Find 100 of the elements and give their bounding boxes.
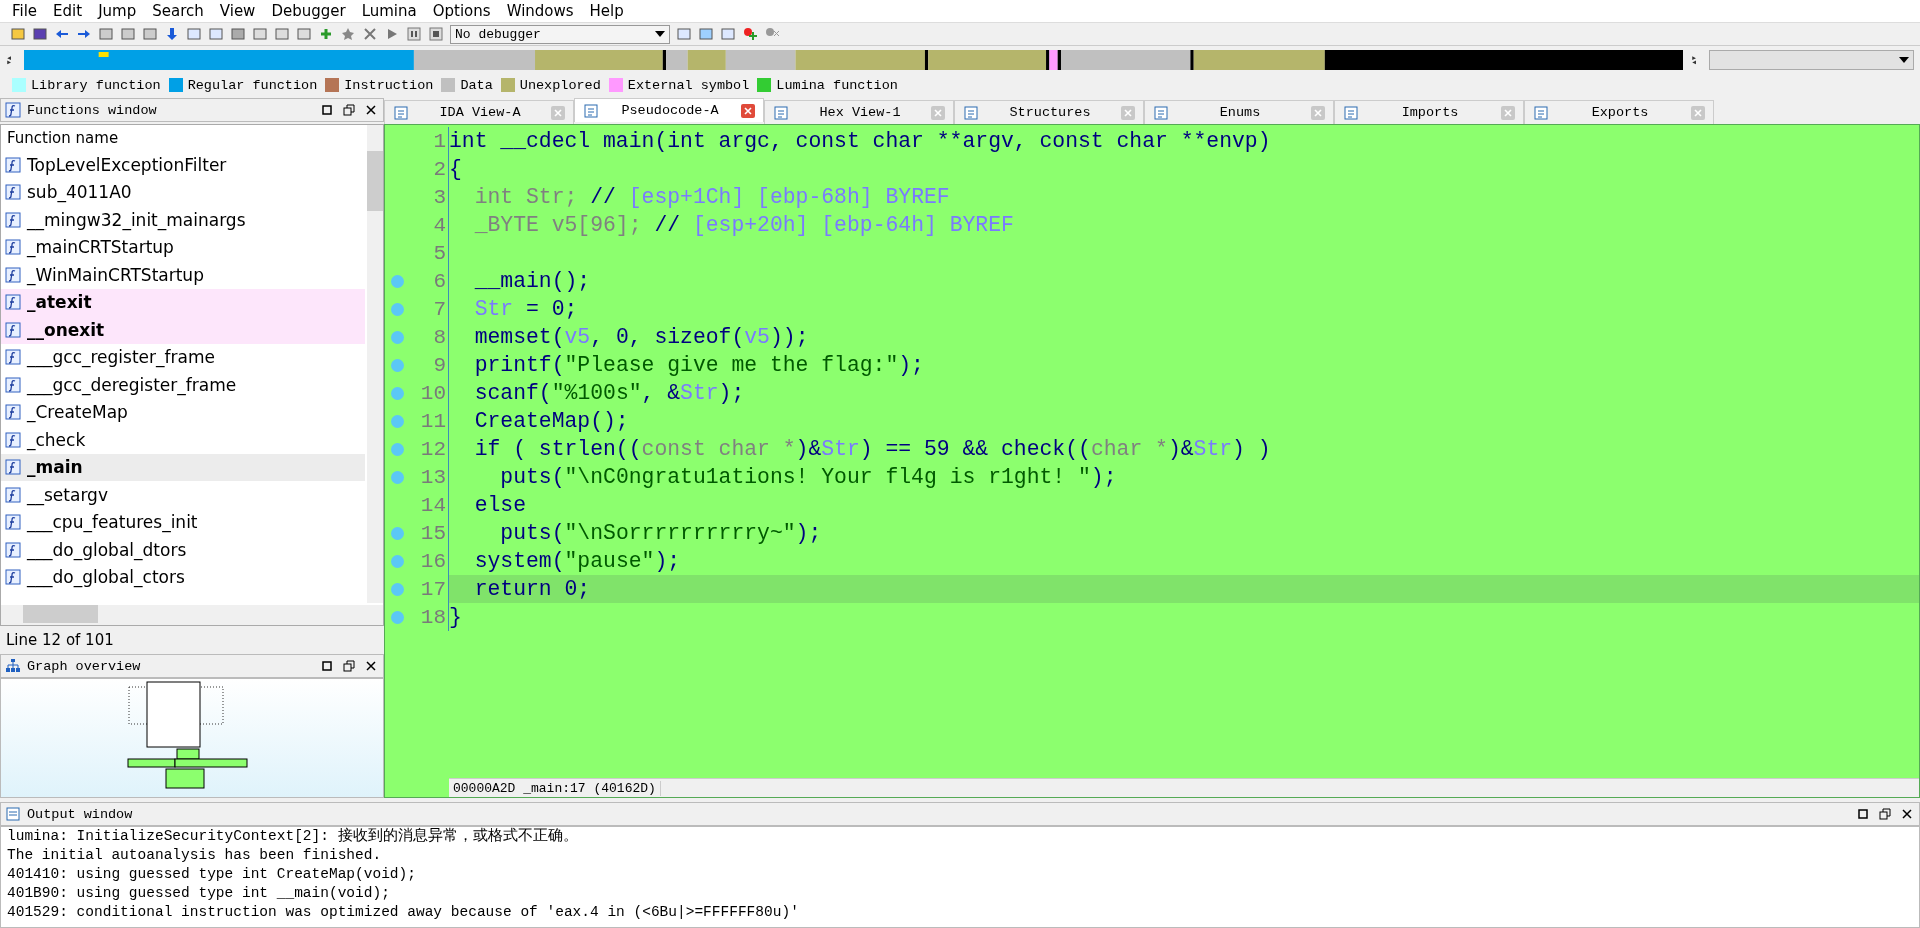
breakpoint-dot[interactable] — [391, 554, 404, 568]
function-icon — [5, 486, 21, 503]
legend-label: Lumina function — [776, 77, 898, 93]
function-row[interactable]: __onexit — [1, 316, 365, 344]
function-row[interactable]: _mainCRTStartup — [1, 233, 365, 261]
function-row[interactable]: ___do_global_ctors — [1, 563, 365, 591]
function-icon — [5, 376, 21, 393]
horizontal-scrollbar[interactable] — [1, 605, 383, 625]
function-name: TopLevelExceptionFilter — [27, 154, 227, 175]
line-number: 5 — [433, 241, 446, 265]
code-line: else — [473, 493, 527, 517]
segment-select[interactable] — [1709, 50, 1914, 70]
restore-icon[interactable] — [341, 658, 357, 674]
breakpoint-dot[interactable] — [391, 442, 404, 456]
window-icon[interactable] — [698, 26, 714, 42]
code-line: CreateMap(); — [473, 409, 629, 433]
window-icon[interactable] — [676, 26, 692, 42]
navigation-band-drawing[interactable] — [23, 50, 1684, 70]
menu-item[interactable]: Options — [424, 2, 499, 20]
breakpoint-dot[interactable] — [391, 470, 404, 484]
breakpoint-dot[interactable] — [391, 582, 404, 596]
breakpoint-dot[interactable] — [391, 386, 404, 400]
restore-icon[interactable] — [1877, 806, 1893, 822]
stop-icon[interactable] — [428, 26, 444, 42]
breakpoint-dot[interactable] — [391, 330, 404, 344]
function-row[interactable]: __mingw32_init_mainargs — [1, 206, 365, 234]
function-icon — [5, 514, 21, 531]
function-icon — [5, 294, 21, 311]
menu-item[interactable]: View — [211, 2, 264, 20]
function-icon — [5, 156, 21, 173]
x-icon[interactable] — [362, 26, 378, 42]
function-row[interactable]: _CreateMap — [1, 398, 365, 426]
legend-label: External symbol — [627, 77, 750, 93]
legend-label: Instruction — [344, 77, 434, 93]
debugger-select[interactable]: No debugger — [450, 24, 670, 44]
function-row[interactable]: sub_4011A0 — [1, 178, 365, 206]
line-number: 13 — [420, 465, 446, 489]
menu-item[interactable]: Help — [581, 2, 632, 20]
code-line: printf("Please give me the flag:"); — [473, 353, 924, 377]
code-line: memset(v5, 0, sizeof(v5)); — [473, 325, 809, 349]
line-number: 4 — [433, 213, 446, 237]
function-row[interactable]: ___gcc_register_frame — [1, 343, 365, 371]
output-line: 401B90: using guessed type int __main(void); — [7, 884, 391, 903]
tab[interactable]: Structures — [954, 100, 1144, 124]
menu-item[interactable]: Lumina — [353, 2, 425, 20]
panel-title: Functions window — [27, 102, 158, 118]
breakpoint-dot[interactable] — [391, 414, 404, 428]
tab[interactable]: IDA View-A — [384, 100, 574, 124]
menu-item[interactable]: Debugger — [263, 2, 354, 20]
output-line: 401529: conditional instruction was optimized away because of 'eax.4 in (<6Bu|>=FFFFFF80u)' — [7, 903, 800, 922]
function-row[interactable]: _check — [1, 426, 365, 454]
window-icon[interactable] — [208, 26, 224, 42]
breakpoint-dot[interactable] — [391, 358, 404, 372]
function-row[interactable]: ___gcc_deregister_frame — [1, 371, 365, 399]
pause-icon[interactable] — [406, 26, 422, 42]
restore-icon[interactable] — [341, 102, 357, 118]
star-icon[interactable] — [340, 26, 356, 42]
tab[interactable]: Pseudocode-A — [574, 98, 764, 122]
menu-item[interactable]: Edit — [45, 2, 91, 20]
tab[interactable]: Hex View-1 — [764, 100, 954, 124]
tab[interactable]: Enums — [1144, 100, 1334, 124]
menu-item[interactable]: Jump — [90, 2, 145, 20]
breakpoint-dot[interactable] — [391, 610, 404, 624]
maximize-icon[interactable] — [319, 658, 335, 674]
line-number: 18 — [420, 605, 446, 629]
column-header[interactable]: Function name — [1, 125, 365, 151]
line-number: 8 — [433, 325, 446, 349]
window-icon[interactable] — [186, 26, 202, 42]
function-row[interactable]: ___do_global_dtors — [1, 536, 365, 564]
maximize-icon[interactable] — [319, 102, 335, 118]
function-name: _mainCRTStartup — [27, 237, 174, 258]
function-row[interactable]: ___cpu_features_init — [1, 508, 365, 536]
line-number: 14 — [420, 493, 446, 517]
breakpoint-icon[interactable] — [742, 26, 758, 42]
location-status: 00000A2D _main:17 (40162D) — [449, 780, 661, 796]
tab[interactable]: Imports — [1334, 100, 1524, 124]
function-row[interactable]: _atexit — [1, 288, 365, 316]
function-row[interactable]: __setargv — [1, 481, 365, 509]
breakpoint-dot[interactable] — [391, 274, 404, 288]
line-number: 3 — [433, 185, 446, 209]
menu-item[interactable]: Windows — [498, 2, 582, 20]
code-line: Str = 0; — [473, 297, 578, 321]
document-icon — [1343, 104, 1359, 121]
function-row[interactable]: _main — [1, 453, 365, 481]
function-name: ___gcc_deregister_frame — [27, 374, 237, 395]
menu-item[interactable]: File — [4, 2, 46, 20]
line-number: 15 — [420, 521, 446, 545]
plus-icon[interactable] — [318, 26, 334, 42]
tab[interactable]: Exports — [1524, 100, 1714, 124]
function-row[interactable]: TopLevelExceptionFilter — [1, 151, 365, 179]
line-number: 1 — [433, 129, 446, 153]
function-icon — [5, 431, 21, 448]
breakpoint-dot[interactable] — [391, 302, 404, 316]
vertical-scrollbar[interactable] — [367, 125, 383, 603]
menu-item[interactable]: Search — [144, 2, 212, 20]
maximize-icon[interactable] — [1855, 806, 1871, 822]
window-icon — [5, 806, 21, 822]
function-row[interactable]: _WinMainCRTStartup — [1, 261, 365, 289]
function-name: ___do_global_dtors — [27, 539, 187, 560]
breakpoint-dot[interactable] — [391, 526, 404, 540]
